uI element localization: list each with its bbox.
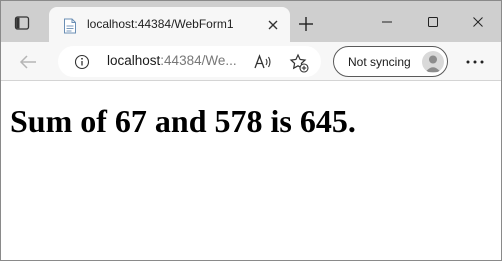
page-content: Sum of 67 and 578 is 645. xyxy=(1,82,501,260)
sync-button[interactable]: Not syncing xyxy=(333,46,448,77)
tab-close-icon[interactable] xyxy=(266,18,280,32)
tab-strip: localhost:44384/WebForm1 xyxy=(1,1,501,42)
new-tab-icon[interactable] xyxy=(297,15,315,33)
url-text[interactable]: localhost:44384/We... xyxy=(107,53,237,68)
tab-actions-icon[interactable] xyxy=(11,12,33,34)
person-icon xyxy=(425,55,441,72)
browser-window: localhost:44384/WebForm1 localhost:44384… xyxy=(0,0,502,261)
minimize-icon xyxy=(382,21,392,23)
toolbar: localhost:44384/We... Not syncing xyxy=(1,42,501,81)
minimize-button[interactable] xyxy=(365,9,409,35)
close-icon xyxy=(473,17,483,27)
more-options-icon[interactable] xyxy=(463,51,487,73)
avatar xyxy=(422,51,444,73)
address-bar[interactable]: localhost:44384/We... xyxy=(58,46,321,77)
maximize-icon xyxy=(428,17,438,27)
url-path: :44384/We... xyxy=(160,53,237,68)
maximize-button[interactable] xyxy=(411,9,455,35)
read-aloud-icon[interactable] xyxy=(253,53,273,71)
favorites-add-icon[interactable] xyxy=(289,53,309,73)
result-heading: Sum of 67 and 578 is 645. xyxy=(10,103,356,139)
url-host: localhost xyxy=(107,53,161,68)
sync-label: Not syncing xyxy=(348,55,411,69)
tab-title: localhost:44384/WebForm1 xyxy=(87,17,234,31)
page-icon xyxy=(64,18,76,34)
info-icon[interactable] xyxy=(74,54,90,70)
window-close-button[interactable] xyxy=(456,9,500,35)
back-arrow-icon[interactable] xyxy=(17,51,39,73)
tab-active[interactable]: localhost:44384/WebForm1 xyxy=(49,7,290,42)
